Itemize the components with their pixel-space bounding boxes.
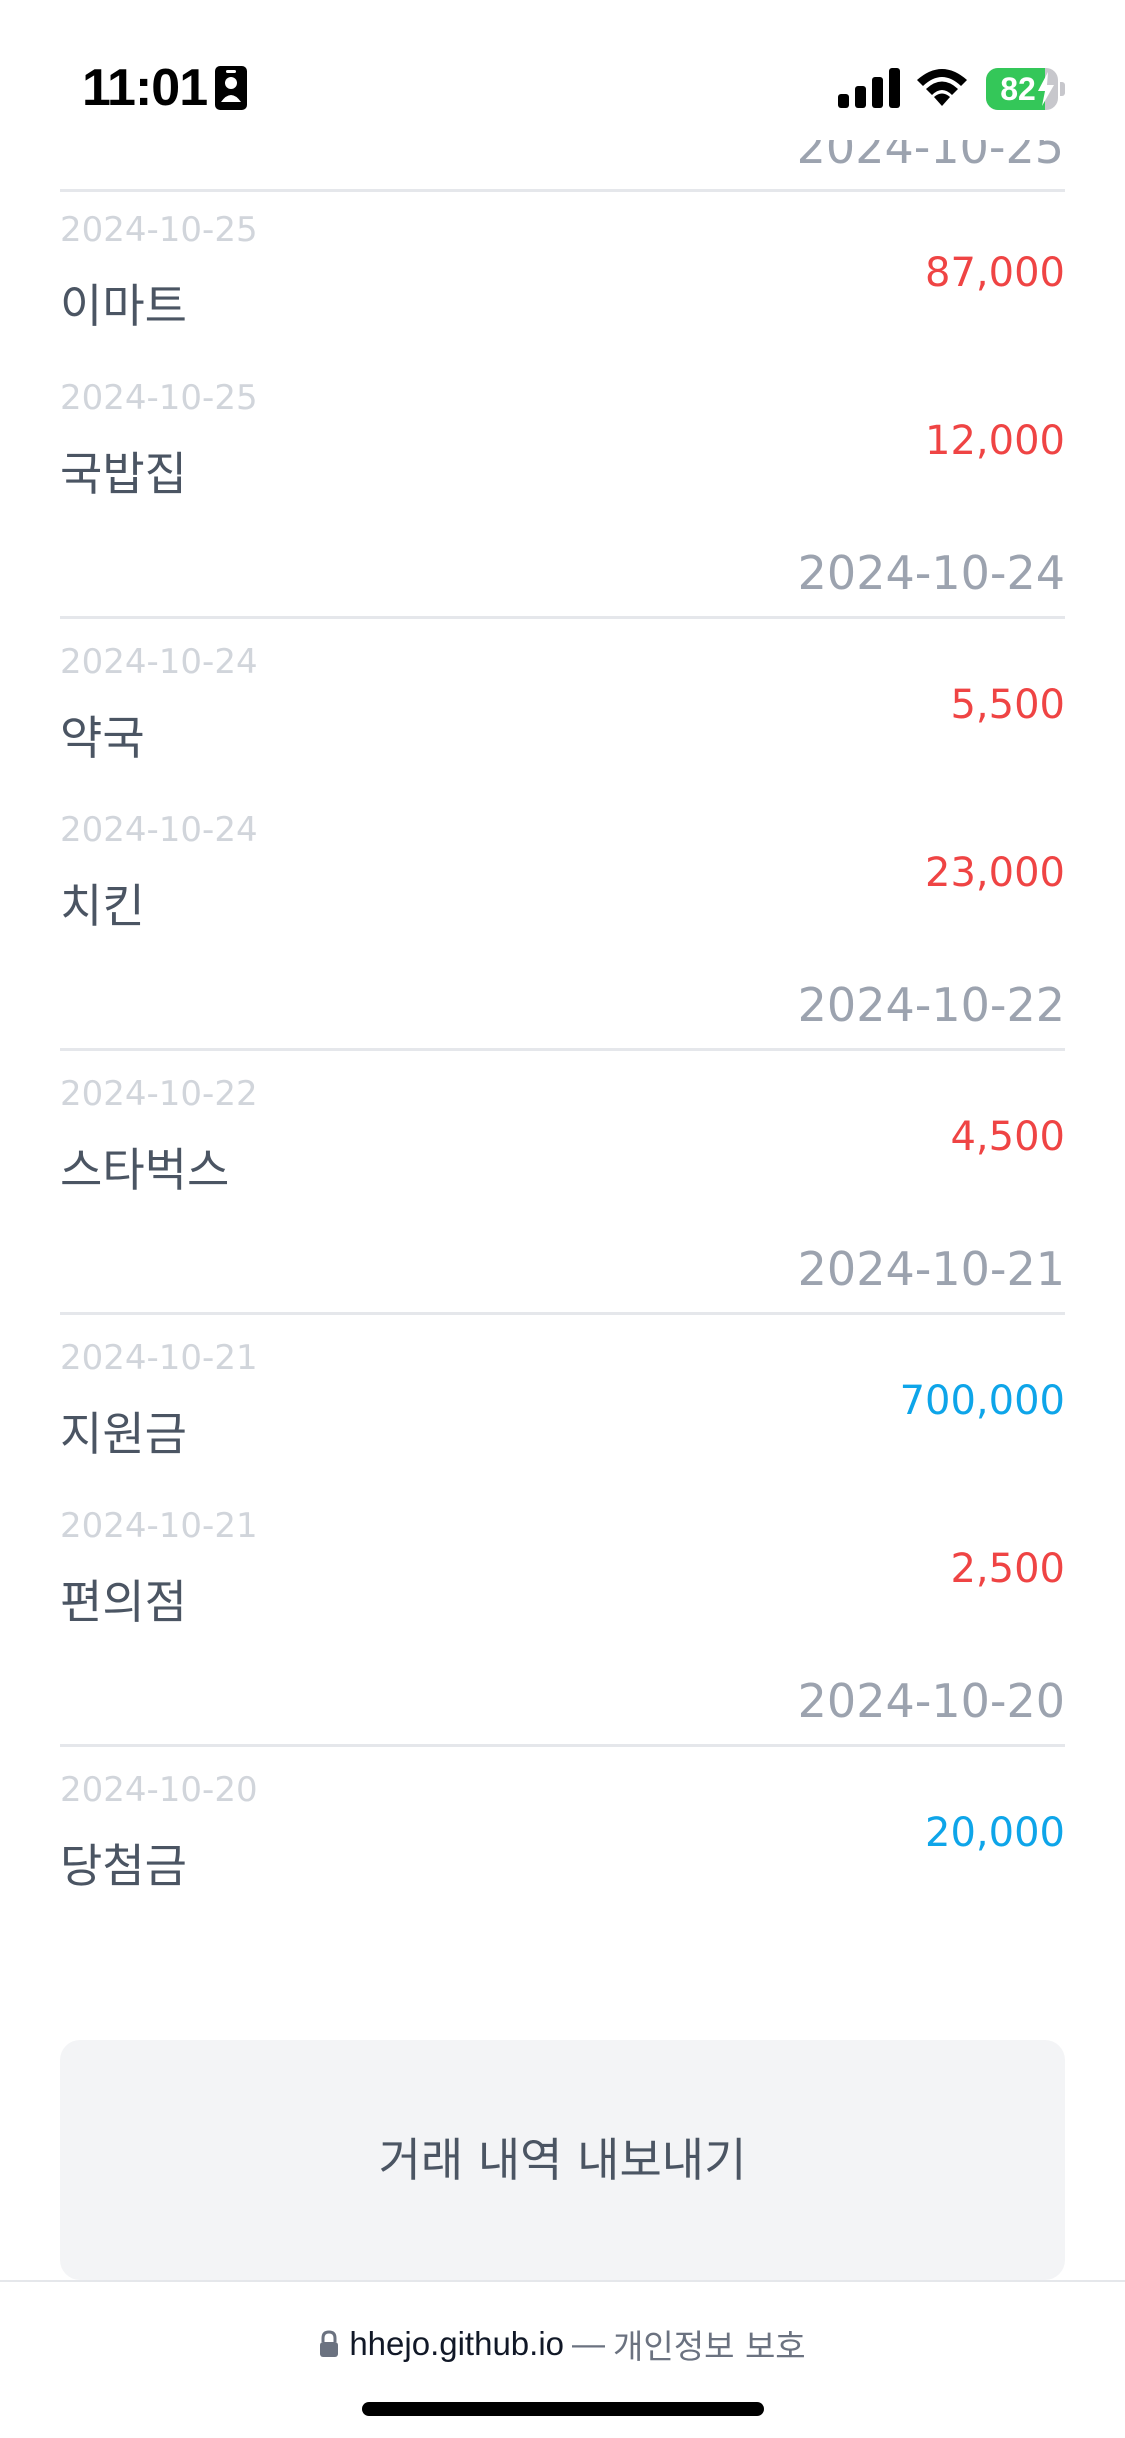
privacy-label: 개인정보 보호 [613,2327,806,2366]
transaction-row[interactable]: 2024-10-21 편의점 2,500 [60,1488,1065,1656]
group-divider [60,1048,1065,1051]
expense-amount: 5,500 [950,682,1065,728]
transaction-date: 2024-10-24 [60,642,258,682]
transaction-name: 편의점 [60,1575,187,1629]
group-divider [60,616,1065,619]
income-amount: 700,000 [899,1378,1065,1424]
transaction-row[interactable]: 2024-10-20 당첨금 20,000 [60,1752,1065,1920]
transaction-row[interactable]: 2024-10-22 스타벅스 4,500 [60,1056,1065,1224]
group-date: 2024-10-24 [797,546,1065,600]
transaction-name: 이마트 [60,279,187,333]
transaction-date: 2024-10-21 [60,1338,258,1378]
transaction-date: 2024-10-22 [60,1074,258,1114]
url-separator: — [572,2325,606,2362]
transaction-row[interactable]: 2024-10-24 치킨 23,000 [60,792,1065,960]
income-amount: 20,000 [925,1810,1065,1856]
address-bar[interactable]: hhejo.github.io — 개인정보 보호 [0,2320,1125,2368]
expense-amount: 2,500 [950,1546,1065,1592]
transaction-row[interactable]: 2024-10-24 약국 5,500 [60,624,1065,792]
transaction-row[interactable]: 2024-10-25 국밥집 12,000 [60,360,1065,528]
transaction-name: 국밥집 [60,447,187,501]
transaction-date: 2024-10-21 [60,1506,258,1546]
browser-bottom-bar: hhejo.github.io — 개인정보 보호 [0,2280,1125,2438]
transaction-name: 스타벅스 [60,1143,230,1197]
group-divider [60,1312,1065,1315]
url-domain: hhejo.github.io [349,2325,565,2362]
group-divider [60,1744,1065,1747]
cellular-signal-icon [838,68,900,108]
transaction-name: 당첨금 [60,1839,187,1893]
charging-bolt-icon [1038,72,1054,106]
battery-cap [1060,82,1065,96]
status-bar: 11:01 82 [0,0,1125,140]
lock-icon [320,2330,339,2357]
group-date: 2024-10-21 [797,1242,1065,1296]
transaction-row[interactable]: 2024-10-25 이마트 87,000 [60,192,1065,360]
status-time: 11:01 [82,59,208,117]
expense-amount: 23,000 [925,850,1065,896]
transaction-date: 2024-10-20 [60,1770,258,1810]
transaction-name: 약국 [60,711,145,765]
battery-charging-icon: 82 [986,68,1065,110]
id-card-icon [215,66,247,110]
wifi-icon [917,69,967,106]
group-date: 2024-10-22 [797,978,1065,1032]
expense-amount: 12,000 [925,418,1065,464]
group-date: 2024-10-20 [797,1674,1065,1728]
transaction-row[interactable]: 2024-10-21 지원금 700,000 [60,1320,1065,1488]
transaction-name: 지원금 [60,1407,187,1461]
export-transactions-button[interactable]: 거래 내역 내보내기 [60,2040,1065,2280]
battery-body: 82 [986,68,1058,110]
transaction-date: 2024-10-24 [60,810,258,850]
expense-amount: 4,500 [950,1114,1065,1160]
transaction-date: 2024-10-25 [60,378,258,418]
expense-amount: 87,000 [925,250,1065,296]
transaction-name: 치킨 [60,879,145,933]
transaction-date: 2024-10-25 [60,210,258,250]
home-indicator [362,2402,764,2416]
